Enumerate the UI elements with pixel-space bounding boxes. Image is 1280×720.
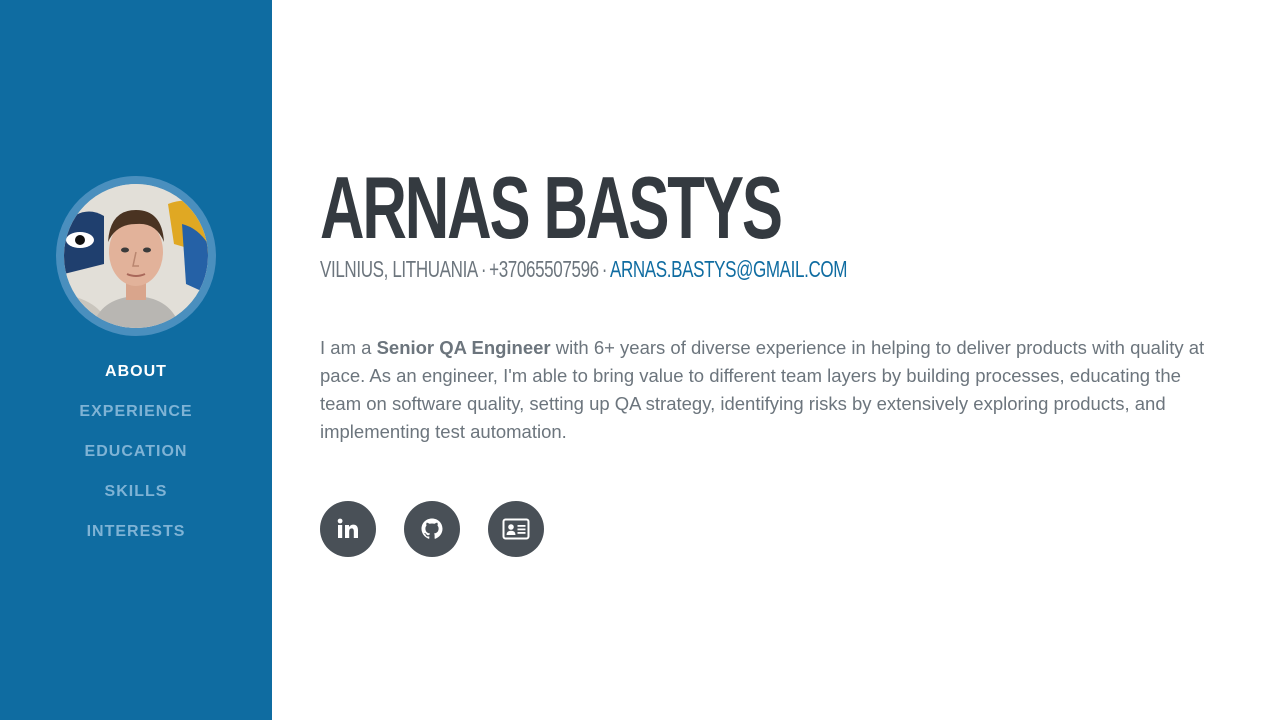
- sidebar: ABOUT EXPERIENCE EDUCATION SKILLS INTERE…: [0, 0, 272, 720]
- about-role: Senior QA Engineer: [376, 337, 551, 358]
- location-text: VILNIUS, LITHUANIA: [320, 256, 478, 282]
- resume-button[interactable]: [488, 501, 544, 557]
- about-paragraph: I am a Senior QA Engineer with 6+ years …: [320, 334, 1220, 446]
- linkedin-button[interactable]: [320, 501, 376, 557]
- separator: ·: [601, 256, 608, 282]
- github-button[interactable]: [404, 501, 460, 557]
- nav-item-skills[interactable]: SKILLS: [0, 480, 272, 520]
- profile-avatar: [64, 184, 208, 328]
- phone-text: +37065507596: [489, 256, 599, 282]
- id-card-icon: [502, 518, 530, 540]
- nav-item-about[interactable]: ABOUT: [0, 360, 272, 400]
- separator: ·: [480, 256, 487, 282]
- about-prefix: I am a: [320, 337, 377, 358]
- email-link[interactable]: ARNAS.BASTYS@GMAIL.COM: [610, 256, 847, 282]
- profile-name: ARNAS BASTYS: [320, 158, 783, 257]
- github-icon: [421, 518, 443, 539]
- profile-avatar-ring: [56, 176, 216, 336]
- about-section: ARNAS BASTYS VILNIUS, LITHUANIA · +3706550…: [320, 158, 1220, 557]
- nav-item-education[interactable]: EDUCATION: [0, 440, 272, 480]
- contact-line: VILNIUS, LITHUANIA · +37065507596 · ARNAS.BA…: [320, 254, 986, 284]
- nav-item-experience[interactable]: EXPERIENCE: [0, 400, 272, 440]
- nav-item-interests[interactable]: INTERESTS: [0, 520, 272, 560]
- profile-photo-icon: [64, 184, 208, 328]
- sidebar-nav: ABOUT EXPERIENCE EDUCATION SKILLS INTERE…: [0, 360, 272, 560]
- linkedin-icon: [337, 518, 358, 538]
